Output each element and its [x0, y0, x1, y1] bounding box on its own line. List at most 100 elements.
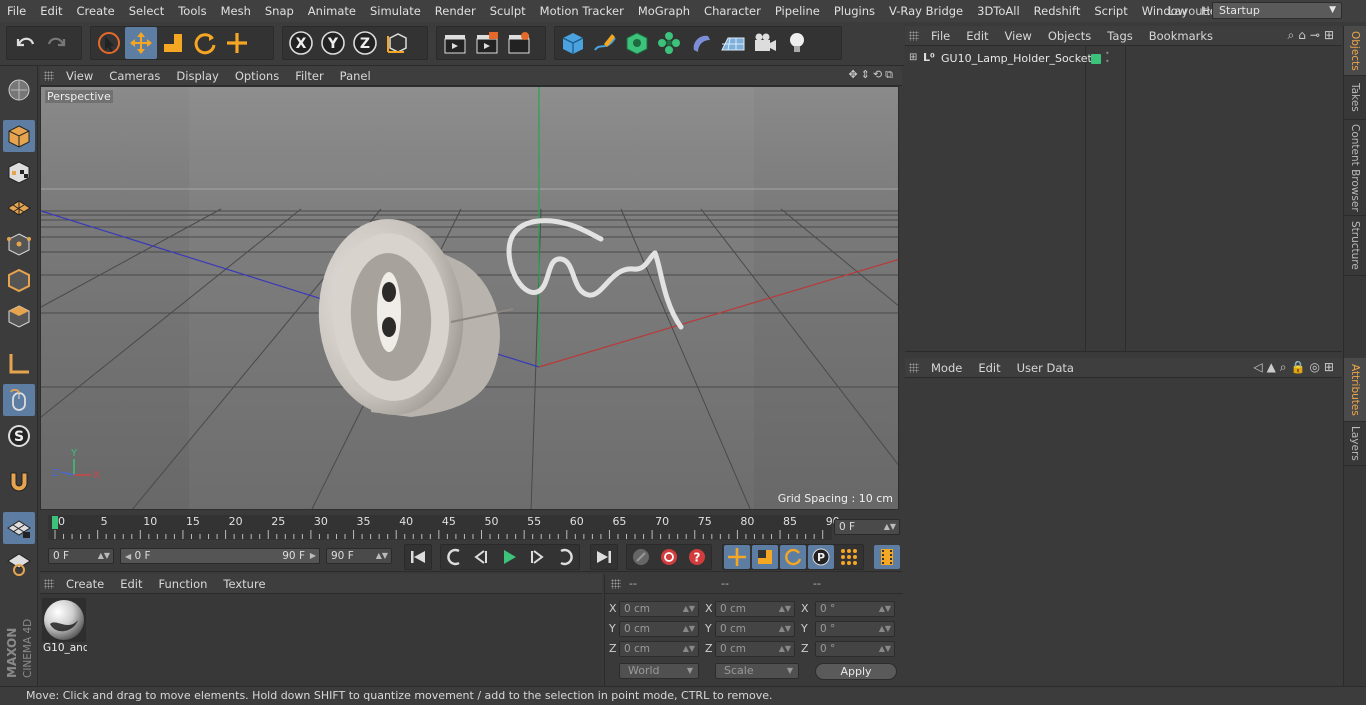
texture-mode-button[interactable] — [3, 156, 35, 188]
undo-button[interactable] — [9, 27, 41, 59]
goto-end-button[interactable] — [591, 545, 617, 569]
menu-redshift[interactable]: Redshift — [1027, 0, 1088, 22]
floor-button[interactable] — [717, 27, 749, 59]
attribute-menu-edit[interactable]: Edit — [970, 361, 1008, 375]
live-selection-button[interactable] — [93, 27, 125, 59]
object-menu-edit[interactable]: Edit — [958, 29, 996, 43]
recent-tools-button[interactable] — [221, 27, 253, 59]
goto-start-button[interactable] — [405, 545, 431, 569]
prev-key-button[interactable] — [442, 545, 468, 569]
menu-snap[interactable]: Snap — [258, 0, 301, 22]
visibility-dots-icon[interactable]: • • — [1105, 50, 1110, 66]
panel-grip-icon[interactable] — [611, 579, 621, 589]
size-z-field[interactable]: 0 cm ▲▼ — [715, 641, 795, 657]
camera-button[interactable] — [749, 27, 781, 59]
expand-plus-icon[interactable]: ⊞ — [909, 52, 917, 63]
render-picture-viewer-button[interactable] — [471, 27, 503, 59]
render-settings-button[interactable] — [503, 27, 535, 59]
tab-layers[interactable]: Layers — [1344, 422, 1366, 466]
spline-pen-button[interactable] — [589, 27, 621, 59]
layout-select[interactable]: Startup ▼ — [1212, 2, 1342, 19]
next-key-button[interactable] — [552, 545, 578, 569]
viewport-menu-display[interactable]: Display — [168, 69, 226, 83]
menu-character[interactable]: Character — [697, 0, 768, 22]
tab-structure[interactable]: Structure — [1344, 216, 1366, 276]
rot-p-field[interactable]: 0 ° ▲▼ — [815, 621, 895, 637]
size-mode-dropdown[interactable]: Scale ▼ — [715, 663, 799, 679]
next-frame-button[interactable] — [524, 545, 550, 569]
rot-h-field[interactable]: 0 ° ▲▼ — [815, 601, 895, 617]
workplane-align-button[interactable] — [3, 548, 35, 580]
current-frame-field[interactable]: 0 F ▲▼ — [834, 519, 900, 535]
object-manager-toolbar-icons[interactable]: ⌕⌂⊸⊞ — [1288, 28, 1338, 43]
menu-mesh[interactable]: Mesh — [214, 0, 258, 22]
material-menu-edit[interactable]: Edit — [112, 577, 150, 591]
record-keys-button[interactable] — [628, 545, 654, 569]
deformer-button[interactable] — [685, 27, 717, 59]
material-menu-create[interactable]: Create — [58, 577, 112, 591]
viewport-menu-filter[interactable]: Filter — [287, 69, 331, 83]
panel-grip-icon[interactable] — [44, 71, 54, 81]
viewport-menu-cameras[interactable]: Cameras — [101, 69, 168, 83]
axis-mode-button[interactable] — [3, 348, 35, 380]
attribute-menu-mode[interactable]: Mode — [923, 361, 970, 375]
make-editable-button[interactable] — [3, 74, 35, 106]
autokey-button[interactable] — [656, 545, 682, 569]
menu-3dtoall[interactable]: 3DToAll — [970, 0, 1027, 22]
size-x-field[interactable]: 0 cm ▲▼ — [715, 601, 795, 617]
menu-create[interactable]: Create — [70, 0, 122, 22]
magnet-snap-button[interactable] — [3, 466, 35, 498]
rot-b-field[interactable]: 0 ° ▲▼ — [815, 641, 895, 657]
x-axis-lock-button[interactable]: X — [285, 27, 317, 59]
menu-vray-bridge[interactable]: V-Ray Bridge — [882, 0, 970, 22]
object-row[interactable]: ⊞ L⁰ GU10_Lamp_Holder_Socket • • — [905, 50, 1342, 68]
cloner-button[interactable] — [653, 27, 685, 59]
menu-animate[interactable]: Animate — [301, 0, 363, 22]
menu-sculpt[interactable]: Sculpt — [483, 0, 533, 22]
y-axis-lock-button[interactable]: Y — [317, 27, 349, 59]
cube-object-button[interactable] — [557, 27, 589, 59]
menu-file[interactable]: File — [0, 0, 33, 22]
attribute-menu-user-data[interactable]: User Data — [1009, 361, 1082, 375]
viewport-menu-view[interactable]: View — [58, 69, 101, 83]
menu-simulate[interactable]: Simulate — [363, 0, 428, 22]
redo-button[interactable] — [41, 27, 73, 59]
menu-render[interactable]: Render — [428, 0, 483, 22]
timeline-ruler[interactable]: 0 5 10 15 20 25 30 35 40 45 50 55 60 65 70 75 80 85 90 0 F… — [40, 512, 902, 542]
subdivision-surface-button[interactable] — [621, 27, 653, 59]
menu-pipeline[interactable]: Pipeline — [768, 0, 827, 22]
snap-button[interactable]: S — [3, 420, 35, 452]
range-right-arrow-icon[interactable]: ▶ — [310, 549, 316, 563]
tab-objects[interactable]: Objects — [1344, 26, 1366, 76]
points-mode-button[interactable] — [3, 228, 35, 260]
light-button[interactable] — [781, 27, 813, 59]
key-rotation-button[interactable] — [780, 545, 806, 569]
object-menu-objects[interactable]: Objects — [1040, 29, 1099, 43]
object-menu-view[interactable]: View — [997, 29, 1040, 43]
tweak-mode-button[interactable] — [3, 384, 35, 416]
viewport-menu-options[interactable]: Options — [227, 69, 287, 83]
menu-motion-tracker[interactable]: Motion Tracker — [533, 0, 631, 22]
material-menu-function[interactable]: Function — [151, 577, 216, 591]
pos-y-field[interactable]: 0 cm ▲▼ — [619, 621, 699, 637]
object-menu-tags[interactable]: Tags — [1099, 29, 1140, 43]
timeline-window-button[interactable] — [874, 545, 900, 569]
pos-z-field[interactable]: 0 cm ▲▼ — [619, 641, 699, 657]
key-position-button[interactable] — [724, 545, 750, 569]
polygons-mode-button[interactable] — [3, 300, 35, 332]
tab-takes[interactable]: Takes — [1344, 76, 1366, 120]
viewport-navigation-icons[interactable]: ✥⇕⟲⧉ — [848, 68, 896, 82]
menu-mograph[interactable]: MoGraph — [631, 0, 697, 22]
edges-mode-button[interactable] — [3, 264, 35, 296]
apply-button[interactable]: Apply — [815, 663, 897, 680]
panel-grip-icon[interactable] — [909, 363, 919, 373]
key-scale-button[interactable] — [752, 545, 778, 569]
coordinate-system-button[interactable] — [381, 27, 413, 59]
tab-content-browser[interactable]: Content Browser — [1344, 120, 1366, 216]
key-parameter-button[interactable]: P — [808, 545, 834, 569]
pos-x-field[interactable]: 0 cm ▲▼ — [619, 601, 699, 617]
viewport-camera-label[interactable]: Perspective — [45, 90, 113, 103]
panel-grip-icon[interactable] — [909, 31, 919, 41]
menu-plugins[interactable]: Plugins — [827, 0, 882, 22]
start-frame-field[interactable]: 0 F ▲▼ — [48, 548, 114, 564]
